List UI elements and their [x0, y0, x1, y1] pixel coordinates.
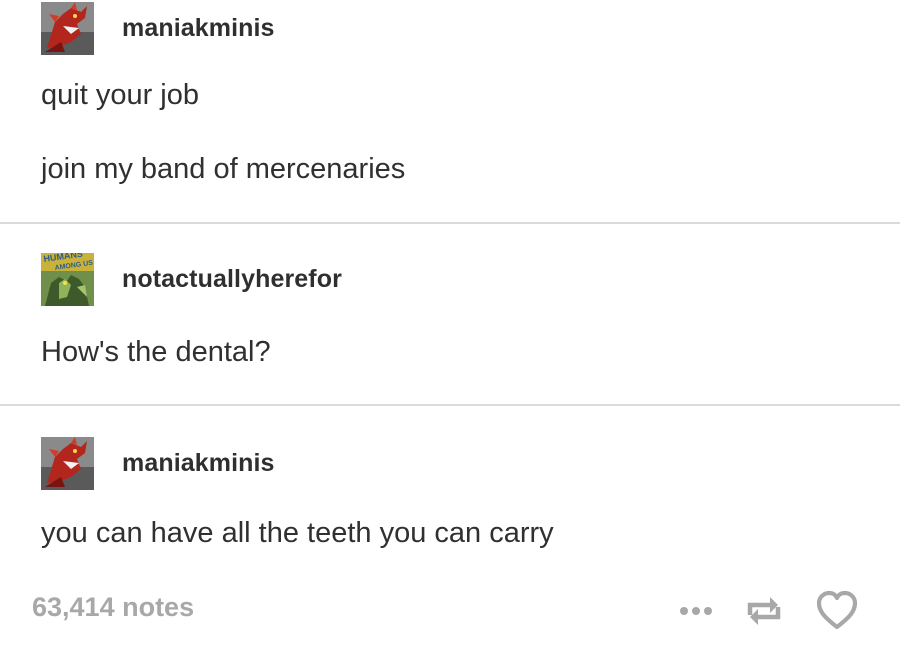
username[interactable]: maniakminis: [122, 449, 275, 478]
post-text: you can have all the teeth you can carry: [41, 517, 554, 549]
more-icon[interactable]: [678, 589, 718, 633]
username[interactable]: notactuallyherefor: [122, 265, 342, 294]
divider: [0, 404, 900, 406]
post-text: quit your job: [41, 79, 199, 111]
heart-icon[interactable]: [816, 589, 858, 633]
post-header: HUMANS AMONG US notactuallyherefor: [41, 253, 342, 306]
red-dragon-icon: [41, 437, 94, 490]
divider: [0, 222, 900, 224]
username[interactable]: maniakminis: [122, 14, 275, 43]
post-text: How's the dental?: [41, 336, 271, 368]
avatar[interactable]: [41, 437, 94, 490]
post-text: join my band of mercenaries: [41, 153, 406, 185]
reblog-icon[interactable]: [744, 589, 784, 633]
red-dragon-icon: [41, 2, 94, 55]
avatar[interactable]: [41, 2, 94, 55]
post-actions: [678, 589, 868, 633]
post-header: maniakminis: [41, 2, 275, 55]
comic-cover-icon: HUMANS AMONG US: [41, 253, 94, 306]
notes-count[interactable]: 63,414 notes: [32, 592, 194, 623]
avatar[interactable]: HUMANS AMONG US: [41, 253, 94, 306]
post-header: maniakminis: [41, 437, 275, 490]
